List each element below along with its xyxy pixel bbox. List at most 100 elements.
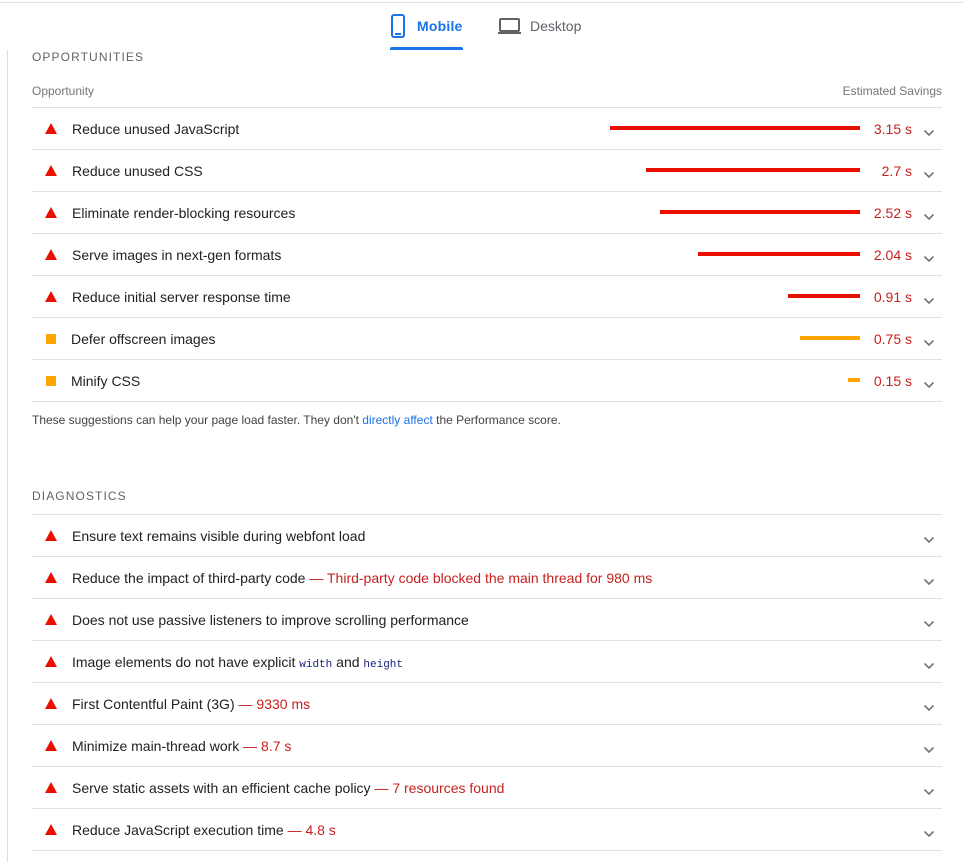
diagnostic-display-value: — 7 resources found — [374, 780, 505, 796]
diagnostic-row[interactable]: Serve static assets with an efficient ca… — [32, 767, 942, 809]
diagnostic-row[interactable]: Reduce JavaScript execution time — 4.8 s — [32, 809, 942, 851]
diagnostic-display-value: — 4.8 s — [287, 822, 336, 838]
chevron-down-icon[interactable] — [923, 250, 935, 268]
opportunities-heading: OPPORTUNITIES — [32, 50, 145, 64]
active-tab-indicator — [390, 47, 463, 50]
diagnostic-display-value: — 9330 ms — [238, 696, 311, 712]
chevron-down-icon[interactable] — [923, 166, 935, 184]
diagnostic-title: First Contentful Paint (3G) — 9330 ms — [72, 696, 310, 712]
fail-triangle-icon — [45, 207, 57, 218]
mobile-phone-icon — [390, 14, 406, 43]
chevron-down-icon[interactable] — [923, 376, 935, 394]
chevron-down-icon[interactable] — [923, 124, 935, 142]
savings-bar — [646, 168, 860, 172]
opportunity-row[interactable]: Reduce initial server response time 0.91 … — [32, 276, 942, 318]
fail-triangle-icon — [45, 698, 57, 709]
opportunity-title: Reduce unused CSS — [72, 163, 203, 179]
savings-value: 2.52 s — [873, 205, 912, 221]
chevron-down-icon[interactable] — [923, 741, 935, 759]
code-height: height — [363, 659, 404, 671]
opportunity-row[interactable]: Reduce unused JavaScript 3.15 s — [32, 108, 942, 150]
chevron-down-icon[interactable] — [923, 657, 935, 675]
note-text-end: the Performance score. — [432, 413, 561, 427]
directly-affect-link[interactable]: directly affect — [362, 413, 432, 427]
chevron-down-icon[interactable] — [923, 699, 935, 717]
diagnostic-title: Serve static assets with an efficient ca… — [72, 780, 504, 796]
opportunity-row[interactable]: Defer offscreen images 0.75 s — [32, 318, 942, 360]
savings-value: 0.15 s — [873, 373, 912, 389]
diagnostic-row[interactable]: Minimize main-thread work — 8.7 s — [32, 725, 942, 767]
chevron-down-icon[interactable] — [923, 334, 935, 352]
tab-desktop[interactable]: Desktop — [498, 14, 590, 52]
left-divider — [7, 50, 8, 862]
diagnostic-title: Ensure text remains visible during webfo… — [72, 528, 365, 544]
opportunity-row[interactable]: Minify CSS 0.15 s — [32, 360, 942, 402]
diagnostic-title-text: Serve static assets with an efficient ca… — [72, 780, 371, 796]
code-width: width — [299, 659, 333, 671]
estimated-savings-column-label: Estimated Savings — [842, 84, 942, 98]
laptop-icon — [498, 14, 521, 41]
chevron-down-icon[interactable] — [923, 573, 935, 591]
savings-value: 0.91 s — [873, 289, 912, 305]
opportunity-title: Eliminate render-blocking resources — [72, 205, 296, 221]
tab-desktop-label: Desktop — [530, 18, 582, 34]
fail-triangle-icon — [45, 782, 57, 793]
opportunity-row[interactable]: Serve images in next-gen formats 2.04 s — [32, 234, 942, 276]
savings-value: 2.04 s — [873, 247, 912, 263]
opportunity-title: Reduce unused JavaScript — [72, 121, 240, 137]
diagnostic-title: Minimize main-thread work — 8.7 s — [72, 738, 291, 754]
savings-value: 3.15 s — [873, 121, 912, 137]
savings-value: 2.7 s — [881, 163, 912, 179]
diagnostic-title-text: Minimize main-thread work — [72, 738, 240, 754]
diagnostic-title: Does not use passive listeners to improv… — [72, 612, 469, 628]
opportunity-row[interactable]: Reduce unused CSS 2.7 s — [32, 150, 942, 192]
diagnostic-title-text: Ensure text remains visible during webfo… — [72, 528, 366, 544]
savings-bar — [660, 210, 860, 214]
diagnostic-row[interactable]: Does not use passive listeners to improv… — [32, 599, 942, 641]
diagnostic-row[interactable]: Reduce the impact of third-party code — … — [32, 557, 942, 599]
diagnostic-title-text: Image elements do not have explicit — [72, 654, 296, 670]
device-tabs: Mobile Desktop — [0, 0, 963, 52]
diagnostic-row[interactable]: First Contentful Paint (3G) — 9330 ms — [32, 683, 942, 725]
average-square-icon — [46, 334, 56, 344]
opportunities-note: These suggestions can help your page loa… — [32, 413, 561, 427]
fail-triangle-icon — [45, 656, 57, 667]
chevron-down-icon[interactable] — [923, 825, 935, 843]
diagnostic-title-text: Does not use passive listeners to improv… — [72, 612, 469, 628]
savings-bar — [848, 378, 860, 382]
diagnostic-title-text: Reduce JavaScript execution time — [72, 822, 284, 838]
and-text: and — [336, 654, 360, 670]
opportunity-title: Defer offscreen images — [71, 331, 216, 347]
savings-bar — [800, 336, 860, 340]
chevron-down-icon[interactable] — [923, 615, 935, 633]
opportunities-list: Reduce unused JavaScript 3.15 s Reduce unu… — [32, 107, 942, 402]
chevron-down-icon[interactable] — [923, 783, 935, 801]
fail-triangle-icon — [45, 291, 57, 302]
chevron-down-icon[interactable] — [923, 208, 935, 226]
tab-mobile-label: Mobile — [417, 18, 463, 34]
diagnostic-row[interactable]: Ensure text remains visible during webfo… — [32, 515, 942, 557]
opportunity-title: Reduce initial server response time — [72, 289, 291, 305]
fail-triangle-icon — [45, 123, 57, 134]
diagnostic-row[interactable]: Image elements do not have explicit widt… — [32, 641, 942, 683]
savings-bar — [788, 294, 860, 298]
savings-bar — [698, 252, 860, 256]
diagnostic-display-value: — 8.7 s — [243, 738, 292, 754]
chevron-down-icon[interactable] — [923, 292, 935, 310]
fail-triangle-icon — [45, 824, 57, 835]
opportunity-title: Minify CSS — [71, 373, 141, 389]
average-square-icon — [46, 376, 56, 386]
opportunity-row[interactable]: Eliminate render-blocking resources 2.52 … — [32, 192, 942, 234]
diagnostic-title-text: Reduce the impact of third-party code — [72, 570, 306, 586]
diagnostic-title: Reduce the impact of third-party code — … — [72, 570, 652, 586]
opportunity-title: Serve images in next-gen formats — [72, 247, 282, 263]
fail-triangle-icon — [45, 572, 57, 583]
diagnostics-list: Ensure text remains visible during webfo… — [32, 514, 942, 851]
diagnostic-title: Image elements do not have explicit widt… — [72, 654, 403, 673]
fail-triangle-icon — [45, 249, 57, 260]
opportunity-column-label: Opportunity — [32, 84, 95, 98]
savings-value: 0.75 s — [873, 331, 912, 347]
savings-bar — [610, 126, 860, 130]
fail-triangle-icon — [45, 530, 57, 541]
chevron-down-icon[interactable] — [923, 531, 935, 549]
